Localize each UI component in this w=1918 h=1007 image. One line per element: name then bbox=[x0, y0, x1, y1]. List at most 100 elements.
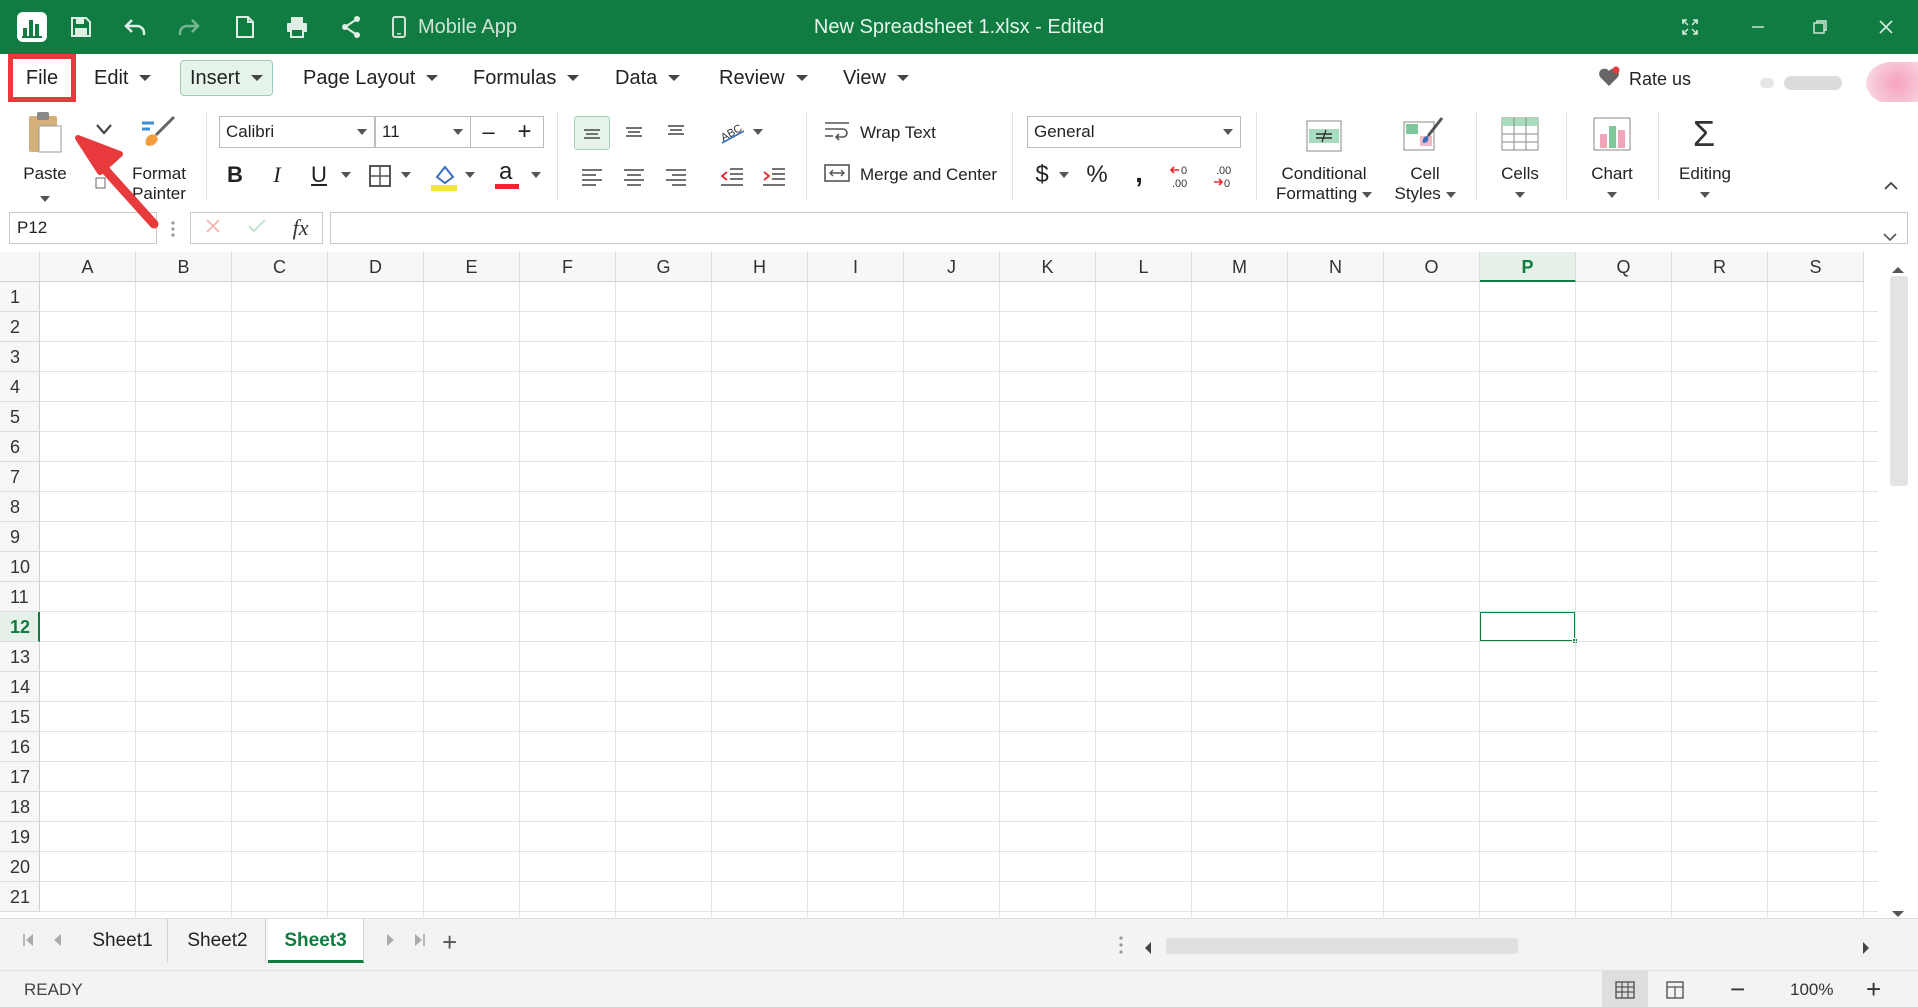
row-header[interactable]: 20 bbox=[0, 852, 40, 882]
row-header[interactable]: 6 bbox=[0, 432, 40, 462]
splitter-handle-icon[interactable] bbox=[1118, 935, 1124, 960]
share-icon[interactable] bbox=[336, 0, 366, 54]
text-orientation-icon[interactable]: ABC bbox=[716, 116, 750, 146]
print-icon[interactable] bbox=[282, 0, 312, 54]
column-header[interactable]: I bbox=[808, 252, 904, 282]
scroll-right-icon[interactable] bbox=[1862, 939, 1870, 960]
conditional-formatting-button[interactable]: Conditional Formatting bbox=[1266, 164, 1382, 204]
row-header[interactable]: 5 bbox=[0, 402, 40, 432]
menu-review[interactable]: Review bbox=[719, 60, 808, 96]
column-header[interactable]: D bbox=[328, 252, 424, 282]
currency-dropdown[interactable] bbox=[1056, 162, 1072, 188]
align-middle-icon[interactable] bbox=[616, 116, 652, 150]
avatar[interactable] bbox=[1866, 62, 1918, 104]
menu-insert[interactable]: Insert bbox=[180, 60, 273, 96]
active-cell[interactable] bbox=[1479, 611, 1576, 642]
row-header[interactable]: 18 bbox=[0, 792, 40, 822]
zoom-out-button[interactable]: − bbox=[1730, 971, 1745, 1007]
align-center-icon[interactable] bbox=[616, 162, 652, 192]
cancel-entry-icon[interactable] bbox=[205, 218, 221, 239]
column-header[interactable]: M bbox=[1192, 252, 1288, 282]
cell-styles-button[interactable]: Cell Styles bbox=[1382, 164, 1468, 204]
new-document-icon[interactable] bbox=[230, 0, 260, 54]
column-header[interactable]: F bbox=[520, 252, 616, 282]
align-top-icon[interactable] bbox=[574, 116, 610, 150]
sheet-tab-2[interactable]: Sheet2 bbox=[170, 919, 266, 963]
column-header[interactable]: E bbox=[424, 252, 520, 282]
vertical-scrollbar[interactable] bbox=[1878, 252, 1918, 918]
column-header[interactable]: B bbox=[136, 252, 232, 282]
first-sheet-icon[interactable] bbox=[22, 933, 34, 950]
row-header[interactable]: 17 bbox=[0, 762, 40, 792]
font-size-select[interactable]: 11 bbox=[375, 116, 471, 148]
row-header[interactable]: 13 bbox=[0, 642, 40, 672]
rate-us-button[interactable]: Rate us bbox=[1597, 64, 1691, 94]
formula-input[interactable] bbox=[330, 212, 1908, 244]
font-name-select[interactable]: Calibri bbox=[219, 116, 375, 148]
confirm-entry-icon[interactable] bbox=[247, 218, 266, 239]
sheet-tab-3[interactable]: Sheet3 bbox=[268, 919, 364, 963]
align-right-icon[interactable] bbox=[658, 162, 694, 192]
cells-icon[interactable] bbox=[1498, 114, 1542, 154]
chart-icon[interactable] bbox=[1590, 114, 1634, 154]
text-orientation-dropdown[interactable] bbox=[750, 122, 766, 142]
number-format-select[interactable]: General bbox=[1027, 116, 1241, 148]
row-header[interactable]: 11 bbox=[0, 582, 40, 612]
column-header[interactable]: K bbox=[1000, 252, 1096, 282]
currency-format-icon[interactable]: $ bbox=[1030, 160, 1054, 190]
font-color-icon[interactable]: a bbox=[492, 158, 522, 192]
minimize-icon[interactable] bbox=[1730, 0, 1786, 54]
align-bottom-icon[interactable] bbox=[658, 116, 694, 150]
font-color-dropdown[interactable] bbox=[528, 162, 544, 188]
insert-function-icon[interactable]: fx bbox=[293, 215, 309, 241]
row-header[interactable]: 3 bbox=[0, 342, 40, 372]
row-header[interactable]: 12 bbox=[0, 612, 40, 642]
fullscreen-icon[interactable] bbox=[1662, 0, 1718, 54]
account-name-blurred[interactable] bbox=[1742, 64, 1862, 104]
fill-color-dropdown[interactable] bbox=[462, 162, 478, 188]
increase-indent-icon[interactable] bbox=[756, 162, 792, 192]
page-layout-view-icon[interactable] bbox=[1652, 971, 1698, 1007]
format-painter-label[interactable]: Format Painter bbox=[124, 164, 194, 204]
column-header[interactable]: A bbox=[40, 252, 136, 282]
comma-style-icon[interactable]: , bbox=[1126, 156, 1152, 190]
paste-dropdown[interactable] bbox=[36, 188, 54, 208]
percent-format-icon[interactable]: % bbox=[1082, 160, 1112, 190]
column-header[interactable]: C bbox=[232, 252, 328, 282]
column-header[interactable]: H bbox=[712, 252, 808, 282]
name-box[interactable]: P12 bbox=[9, 212, 157, 244]
column-header[interactable]: R bbox=[1672, 252, 1768, 282]
cells-button[interactable]: Cells bbox=[1490, 164, 1550, 204]
drag-handle-icon[interactable] bbox=[170, 220, 176, 243]
borders-dropdown[interactable] bbox=[398, 162, 414, 188]
row-header[interactable]: 14 bbox=[0, 672, 40, 702]
row-header[interactable]: 16 bbox=[0, 732, 40, 762]
decrease-decimal-icon[interactable]: .00 0 bbox=[1208, 160, 1240, 192]
paste-label[interactable]: Paste bbox=[14, 164, 76, 184]
vertical-scroll-thumb[interactable] bbox=[1890, 276, 1908, 486]
row-header[interactable]: 15 bbox=[0, 702, 40, 732]
spreadsheet-grid[interactable]: ABCDEFGHIJKLMNOPQRS 1 2 3 4 5 6 7 8 9 10 11 12 13 14 1… bbox=[0, 252, 1878, 918]
decrease-font-size-icon[interactable]: – bbox=[482, 119, 494, 145]
mobile-app-button[interactable]: Mobile App bbox=[392, 0, 517, 54]
conditional-formatting-icon[interactable] bbox=[1302, 116, 1346, 156]
undo-icon[interactable] bbox=[120, 0, 150, 54]
row-header[interactable]: 9 bbox=[0, 522, 40, 552]
add-sheet-button[interactable]: + bbox=[442, 927, 457, 958]
merge-and-center-button[interactable]: Merge and Center bbox=[824, 160, 1004, 190]
menu-edit[interactable]: Edit bbox=[94, 60, 152, 96]
restore-icon[interactable] bbox=[1792, 0, 1848, 54]
column-header[interactable]: J bbox=[904, 252, 1000, 282]
collapse-ribbon-icon[interactable] bbox=[1876, 174, 1906, 198]
row-header[interactable]: 7 bbox=[0, 462, 40, 492]
row-header[interactable]: 10 bbox=[0, 552, 40, 582]
menu-formulas[interactable]: Formulas bbox=[473, 60, 580, 96]
editing-button[interactable]: Editing bbox=[1670, 164, 1740, 204]
sigma-icon[interactable]: Σ bbox=[1680, 112, 1728, 156]
close-icon[interactable] bbox=[1858, 0, 1914, 54]
column-header[interactable]: G bbox=[616, 252, 712, 282]
column-header[interactable]: P bbox=[1480, 252, 1576, 282]
next-sheet-icon[interactable] bbox=[386, 933, 396, 950]
menu-page-layout[interactable]: Page Layout bbox=[303, 60, 439, 96]
column-header[interactable]: Q bbox=[1576, 252, 1672, 282]
